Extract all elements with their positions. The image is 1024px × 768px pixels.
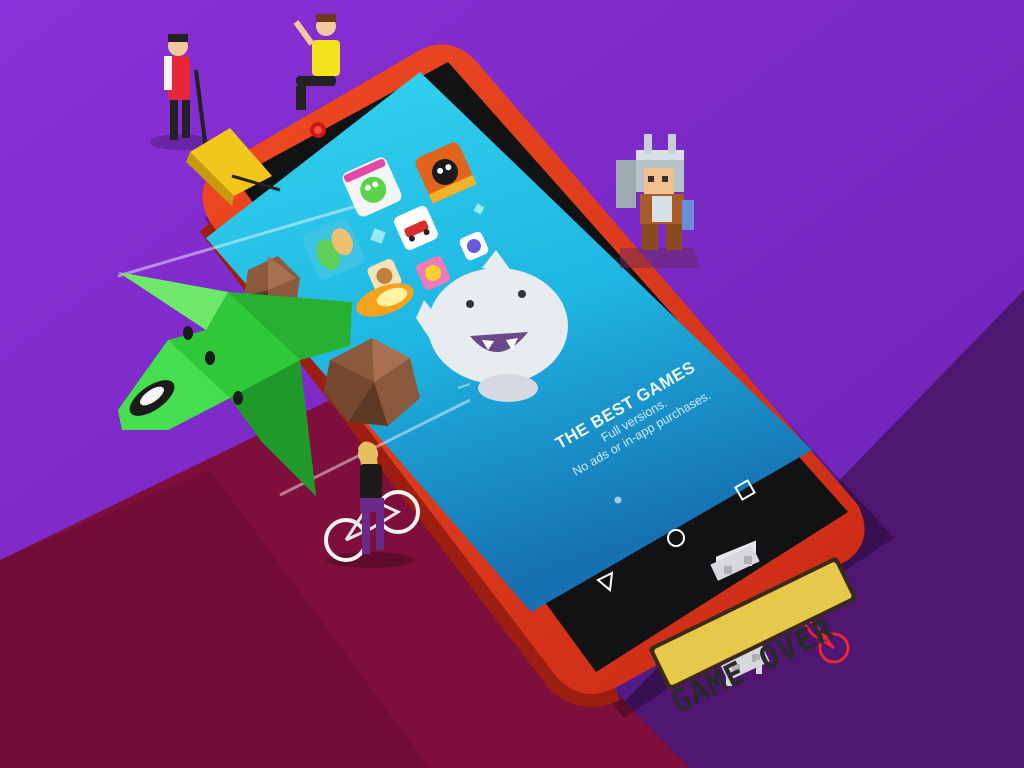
promo-scene: THE BEST GAMES Full versions. No ads or …: [0, 0, 1024, 768]
scene-illustration: [0, 0, 1024, 768]
page-indicator-dot: [614, 496, 622, 504]
